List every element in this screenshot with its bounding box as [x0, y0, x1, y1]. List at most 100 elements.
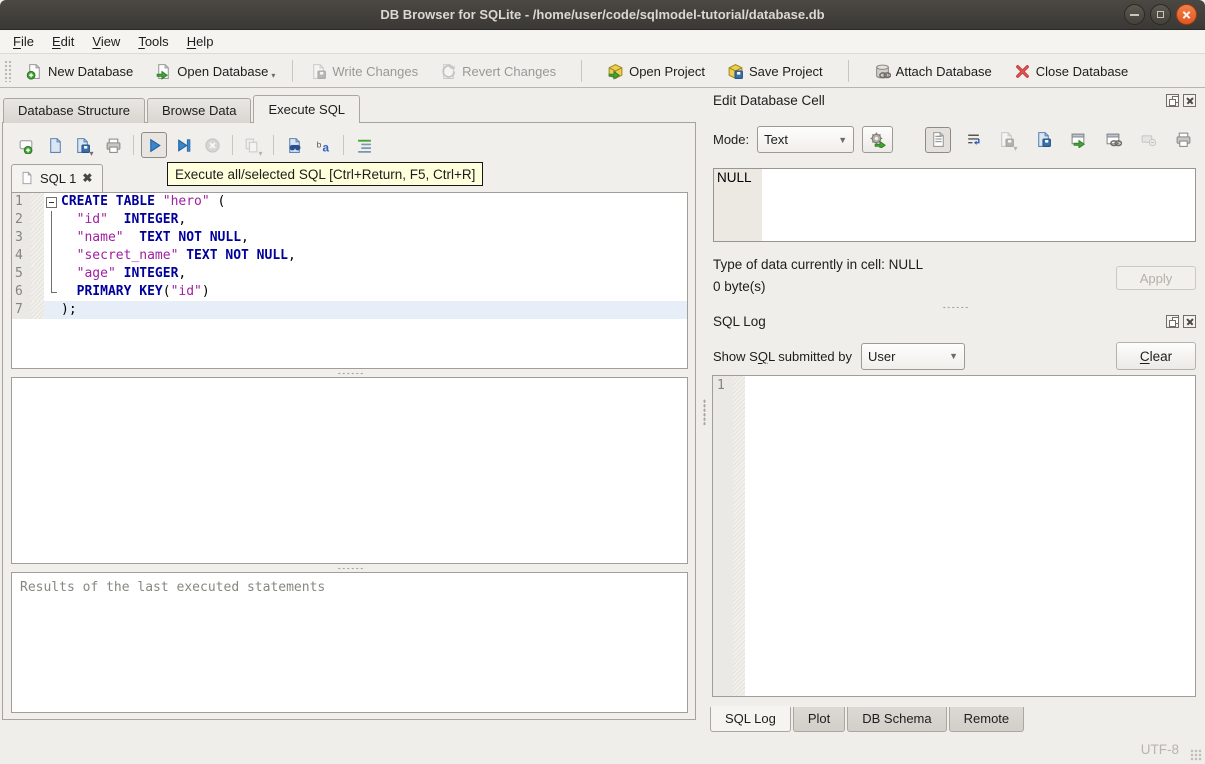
execute-sql-button[interactable]: [141, 132, 167, 158]
new-sql-tab-button[interactable]: [13, 132, 39, 158]
resize-grip[interactable]: [1190, 749, 1202, 761]
stop-execution-button: [199, 132, 225, 158]
save-sql-file-button[interactable]: ▾: [71, 132, 97, 158]
copy-results-button: ▾: [240, 132, 266, 158]
sql-log-view[interactable]: 1: [712, 375, 1196, 697]
main-vertical-splitter[interactable]: [701, 89, 708, 735]
tab-execute-sql[interactable]: Execute SQL: [253, 95, 361, 124]
minimize-button[interactable]: [1124, 4, 1145, 25]
dock-splitter[interactable]: [713, 303, 1196, 311]
editor-line[interactable]: 5 "age" INTEGER,: [12, 265, 687, 283]
text-document-icon: [930, 131, 947, 148]
sql-log-controls: Show SQL submitted by User ▼ Clear: [713, 341, 1196, 371]
new-tab-icon: [18, 137, 35, 154]
new-database-button[interactable]: New Database: [18, 59, 141, 84]
print-icon: [1175, 131, 1192, 148]
sql-toolbar-separator: [133, 135, 134, 155]
editor-line[interactable]: 2 "id" INTEGER,: [12, 211, 687, 229]
clear-log-button[interactable]: Clear: [1116, 342, 1196, 370]
sql-editor[interactable]: 1 CREATE TABLE "hero" ( 2 "id" INTEGER, …: [11, 192, 688, 369]
edit-cell-dock-header: Edit Database Cell: [713, 93, 1196, 108]
open-sql-file-button[interactable]: [42, 132, 68, 158]
menu-view[interactable]: View: [83, 32, 129, 51]
editor-line[interactable]: 1 CREATE TABLE "hero" (: [12, 193, 687, 211]
indent-lines-icon: [356, 137, 373, 154]
dock-tab-db-schema[interactable]: DB Schema: [847, 707, 947, 732]
close-dock-icon[interactable]: [1183, 94, 1196, 107]
sql-toolbar-separator: [343, 135, 344, 155]
menu-edit[interactable]: Edit: [43, 32, 83, 51]
tab-database-structure[interactable]: Database Structure: [3, 98, 146, 123]
print-cell-button[interactable]: [1170, 127, 1196, 153]
sql-1-tab[interactable]: SQL 1 ✖: [11, 164, 104, 192]
cell-value-editor[interactable]: NULL: [713, 168, 1196, 242]
open-in-app-button[interactable]: [1065, 127, 1091, 153]
maximize-button[interactable]: [1150, 4, 1171, 25]
log-filter-label: Show SQL submitted by: [713, 348, 852, 364]
revert-changes-button: Revert Changes: [432, 59, 564, 84]
dock-tab-sql-log[interactable]: SQL Log: [710, 706, 791, 732]
main-tabbar: Database Structure Browse Data Execute S…: [3, 95, 362, 124]
editor-line[interactable]: 6 PRIMARY KEY("id"): [12, 283, 687, 301]
close-dock-icon[interactable]: [1183, 315, 1196, 328]
editor-line-current[interactable]: 7 );: [12, 301, 687, 319]
mode-select[interactable]: Text ▼: [757, 126, 855, 153]
export-cell-button[interactable]: [1030, 127, 1056, 153]
print-sql-button[interactable]: [100, 132, 126, 158]
close-database-button[interactable]: Close Database: [1006, 59, 1137, 84]
dock-tab-remote[interactable]: Remote: [948, 707, 1025, 732]
open-project-button[interactable]: Open Project: [599, 59, 713, 84]
results-grid[interactable]: [11, 377, 688, 564]
close-sql-tab-icon[interactable]: ✖: [82, 171, 92, 185]
float-dock-icon[interactable]: [1166, 94, 1179, 107]
titlebar[interactable]: DB Browser for SQLite - /home/user/code/…: [0, 0, 1205, 30]
write-changes-button: Write Changes: [302, 59, 426, 84]
fold-marker-icon[interactable]: [46, 196, 57, 208]
auto-switch-mode-button[interactable]: [862, 126, 894, 153]
dock-tab-plot[interactable]: Plot: [792, 707, 846, 732]
toolbar-drag-handle[interactable]: [4, 60, 11, 82]
save-project-button[interactable]: Save Project: [719, 59, 831, 84]
sql-log-title: SQL Log: [713, 314, 766, 329]
open-url-button[interactable]: [1100, 127, 1126, 153]
open-database-dropdown-icon[interactable]: ▾: [271, 71, 275, 80]
log-filter-select[interactable]: User ▼: [861, 342, 965, 370]
find-icon: [286, 137, 303, 154]
main-toolbar: New Database Open Database ▾ Write Chang…: [0, 55, 1205, 88]
tab-browse-data[interactable]: Browse Data: [147, 98, 252, 123]
float-dock-icon[interactable]: [1166, 315, 1179, 328]
stop-icon: [204, 137, 221, 154]
toolbar-separator: [847, 60, 849, 82]
save-sql-dropdown-icon[interactable]: ▾: [89, 149, 93, 158]
copy-dropdown-icon: ▾: [258, 149, 263, 158]
open-database-button[interactable]: Open Database ▾: [147, 59, 283, 84]
menu-file[interactable]: File: [4, 32, 43, 51]
close-button[interactable]: [1176, 4, 1197, 25]
log-line-number: 1: [713, 376, 733, 696]
find-button[interactable]: [281, 132, 307, 158]
attach-database-button[interactable]: Attach Database: [866, 59, 1000, 84]
print-icon: [105, 137, 122, 154]
execute-current-line-button[interactable]: [170, 132, 196, 158]
open-external-icon: [1070, 131, 1087, 148]
word-wrap-cell-button[interactable]: [960, 127, 986, 153]
execute-icon: [146, 137, 163, 154]
cell-value: NULL: [717, 170, 752, 185]
open-file-icon: [47, 137, 64, 154]
grid-messages-splitter[interactable]: [11, 564, 688, 572]
menu-tools[interactable]: Tools: [129, 32, 177, 51]
word-wrap-button[interactable]: [351, 132, 377, 158]
menu-help[interactable]: Help: [178, 32, 223, 51]
gear-arrow-icon: [869, 131, 886, 148]
editor-line[interactable]: 4 "secret_name" TEXT NOT NULL,: [12, 247, 687, 265]
app-window: DB Browser for SQLite - /home/user/code/…: [0, 0, 1205, 764]
results-message-area[interactable]: Results of the last executed statements: [11, 572, 688, 713]
encoding-indicator[interactable]: UTF-8: [1141, 742, 1179, 757]
editor-line[interactable]: 3 "name" TEXT NOT NULL,: [12, 229, 687, 247]
cell-type-info: Type of data currently in cell: NULL: [713, 257, 924, 272]
auto-format-button[interactable]: [310, 132, 336, 158]
sql-toolbar: ▾ ▾: [11, 128, 688, 164]
text-mode-button[interactable]: [925, 126, 951, 153]
word-wrap-icon: [965, 131, 982, 148]
editor-results-splitter[interactable]: [11, 369, 688, 377]
